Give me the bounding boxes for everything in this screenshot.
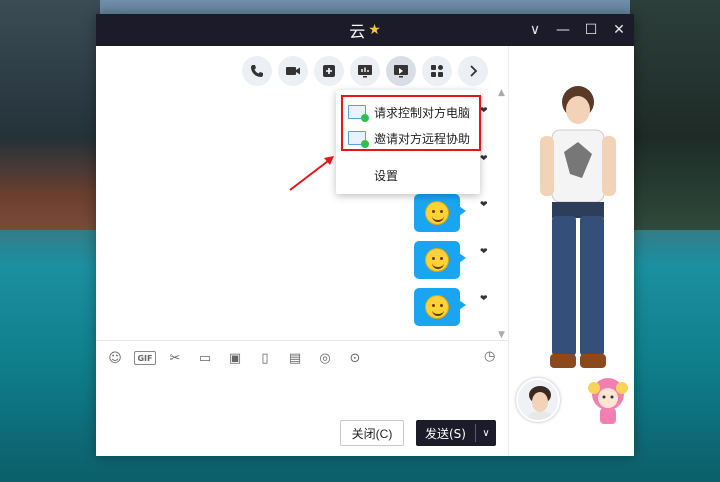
- message-bubble[interactable]: [414, 241, 466, 279]
- heart-icon: ❤: [480, 106, 488, 116]
- close-icon[interactable]: ✕: [612, 22, 626, 38]
- send-options-chevron-icon[interactable]: ∨: [476, 428, 496, 439]
- cartoon-sticker-icon: [588, 378, 628, 424]
- desktop-scenery-right: [630, 0, 720, 230]
- avatar-show-figure[interactable]: [538, 82, 618, 382]
- annotation-arrow-icon: [289, 156, 334, 191]
- scissors-icon[interactable]: ✂: [164, 347, 186, 369]
- chat-toolbar: [242, 56, 488, 86]
- menu-item-label: 设置: [374, 168, 399, 183]
- gif-icon[interactable]: GIF: [134, 351, 156, 365]
- send-button-label[interactable]: 发送(S): [416, 425, 475, 442]
- vip-star-icon: ★: [368, 22, 381, 38]
- phone-icon[interactable]: [242, 56, 272, 86]
- screen-share-icon[interactable]: [350, 56, 380, 86]
- remote-desktop-icon[interactable]: [386, 56, 416, 86]
- apps-icon[interactable]: [422, 56, 452, 86]
- maximize-icon[interactable]: ☐: [584, 22, 598, 38]
- heart-icon: ❤: [480, 200, 488, 210]
- shake-icon[interactable]: ▯: [254, 347, 276, 369]
- avatar[interactable]: [516, 378, 560, 422]
- clock-icon[interactable]: ◷: [484, 349, 495, 364]
- scroll-down-icon[interactable]: ▼: [498, 330, 505, 340]
- more-icon[interactable]: ⊙: [344, 347, 366, 369]
- chevron-down-icon[interactable]: ∨: [528, 22, 542, 38]
- emoji-icon[interactable]: ☺: [104, 347, 126, 369]
- close-button[interactable]: 关闭(C): [340, 420, 404, 446]
- smile-emoji-icon: [425, 295, 449, 319]
- smile-emoji-icon: [425, 201, 449, 225]
- desktop-scenery-left: [0, 0, 100, 230]
- image-icon[interactable]: ▣: [224, 347, 246, 369]
- red-packet-icon[interactable]: ▤: [284, 347, 306, 369]
- input-divider: [96, 340, 508, 341]
- minimize-icon[interactable]: —: [556, 22, 570, 38]
- title-bar[interactable]: 云 ★ ∨ — ☐ ✕: [96, 14, 634, 46]
- heart-icon: ❤: [480, 294, 488, 304]
- menu-item-settings[interactable]: 设置: [336, 161, 480, 189]
- smile-emoji-icon: [425, 248, 449, 272]
- window-title: 云: [349, 22, 366, 41]
- send-button[interactable]: 发送(S) ∨: [416, 420, 496, 446]
- message-bubble[interactable]: [414, 288, 466, 326]
- add-icon[interactable]: [314, 56, 344, 86]
- window-controls: ∨ — ☐ ✕: [528, 14, 626, 46]
- message-bubble[interactable]: [414, 194, 466, 232]
- input-toolbar: ☺ GIF ✂ ▭ ▣ ▯ ▤ ◎ ⊙: [104, 347, 366, 369]
- video-icon[interactable]: [278, 56, 308, 86]
- scroll-up-icon[interactable]: ▲: [498, 88, 505, 98]
- heart-icon: ❤: [480, 154, 488, 164]
- folder-icon[interactable]: ▭: [194, 347, 216, 369]
- highlight-box: [341, 95, 481, 151]
- music-icon[interactable]: ◎: [314, 347, 336, 369]
- more-chevron-icon[interactable]: [458, 56, 488, 86]
- heart-icon: ❤: [480, 247, 488, 257]
